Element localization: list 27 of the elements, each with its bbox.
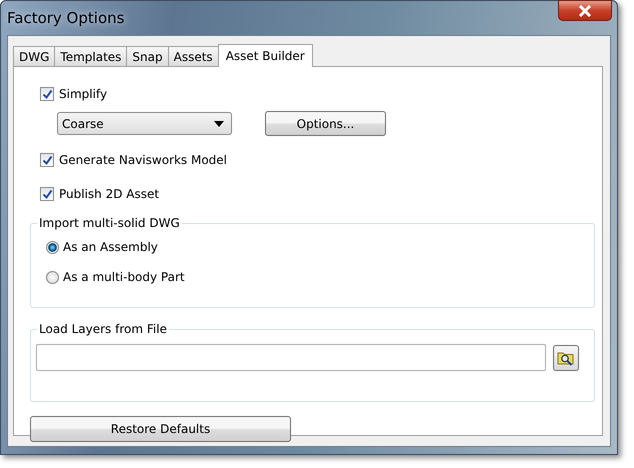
file-path-field[interactable]	[36, 344, 546, 371]
tab[interactable]: DWG	[13, 46, 56, 66]
radio-label: As an Assembly	[63, 240, 158, 254]
checkbox[interactable]	[40, 153, 54, 167]
radio-button[interactable]	[46, 270, 59, 284]
checkbox-label: Publish 2D Asset	[59, 187, 160, 201]
radio-button[interactable]	[46, 240, 59, 254]
tab[interactable]: Assets	[168, 46, 219, 66]
close-button[interactable]	[558, 0, 612, 21]
folder-search-icon	[557, 350, 575, 366]
tab[interactable]: Asset Builder	[218, 44, 313, 67]
checkbox[interactable]	[40, 87, 54, 101]
checkbox-label: Simplify	[59, 87, 108, 101]
options-button[interactable]: Options...	[265, 111, 386, 136]
browse-button[interactable]	[553, 344, 579, 370]
checkbox[interactable]	[40, 187, 54, 201]
radio-label: As a multi-body Part	[63, 270, 185, 284]
window-title: Factory Options	[7, 9, 124, 27]
tab[interactable]: Templates	[54, 46, 128, 66]
close-icon	[578, 4, 592, 16]
group-title: Load Layers from File	[38, 322, 168, 336]
restore-defaults-button[interactable]: Restore Defaults	[30, 416, 291, 442]
caret-icon	[214, 120, 224, 126]
group-title: Import multi-solid DWG	[38, 216, 181, 230]
checkbox-label: Generate Navisworks Model	[59, 153, 228, 167]
detail-dropdown[interactable]: Coarse	[57, 112, 232, 135]
tab[interactable]: Snap	[126, 46, 169, 66]
